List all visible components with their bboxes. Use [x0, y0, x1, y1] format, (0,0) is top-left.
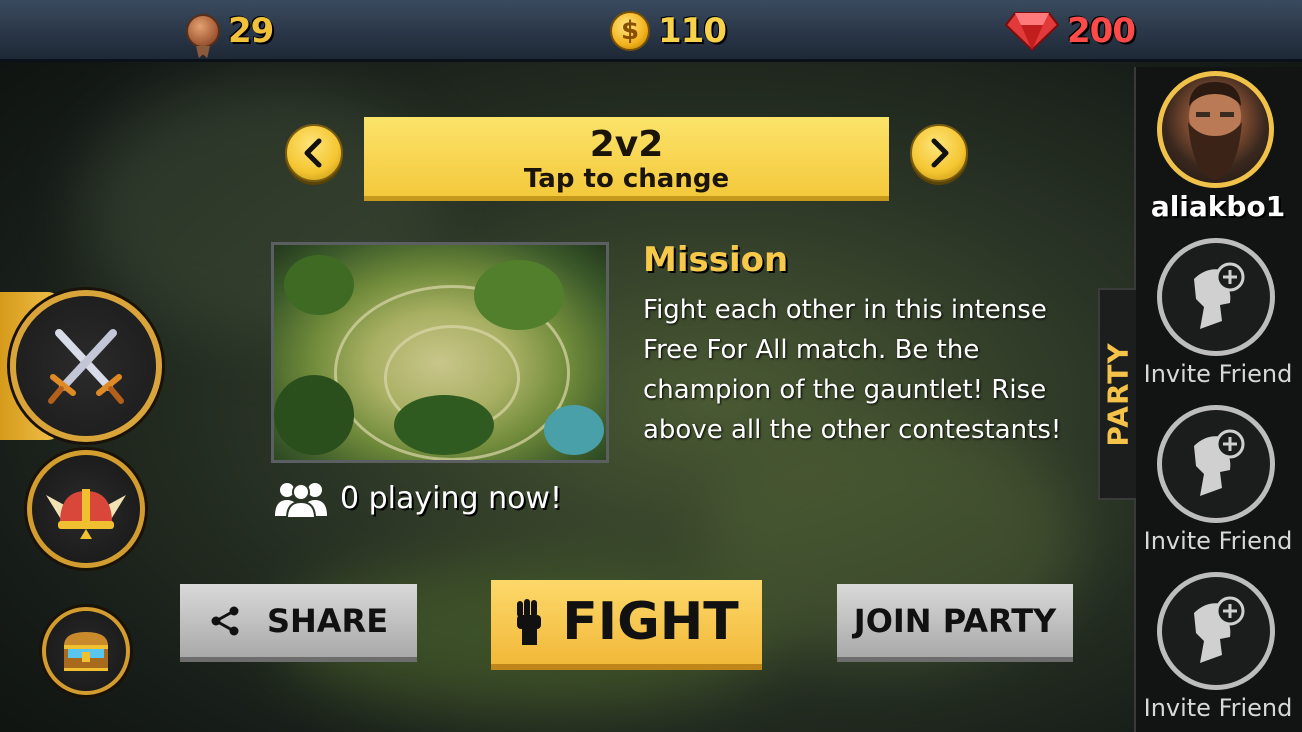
- previous-mode-button[interactable]: [285, 124, 343, 182]
- invite-friend-label: Invite Friend: [1143, 694, 1293, 722]
- add-friend-helmet-icon: [1194, 596, 1245, 663]
- share-icon: [211, 606, 239, 635]
- heroes-button[interactable]: [27, 450, 145, 568]
- map-tree: [394, 395, 494, 455]
- game-mode-selector[interactable]: 2v2 Tap to change: [364, 117, 889, 201]
- mode-name: 2v2: [589, 124, 664, 165]
- map-tree: [474, 260, 564, 330]
- players-online: 0 playing now!: [272, 478, 562, 518]
- add-friend-helmet-icon: [1194, 262, 1245, 329]
- invite-friend-slot[interactable]: [1157, 238, 1275, 356]
- coin-icon: $: [610, 11, 650, 51]
- medal-count: 29: [228, 11, 274, 51]
- mode-change-hint: Tap to change: [523, 164, 730, 194]
- fight-label: FIGHT: [562, 592, 739, 652]
- gem-icon: [1005, 12, 1059, 51]
- join-party-label: JOIN PARTY: [853, 601, 1057, 640]
- raised-fist-icon: [517, 599, 542, 645]
- fight-button[interactable]: FIGHT: [491, 580, 762, 670]
- group-icon: [275, 483, 327, 518]
- invite-friend-label: Invite Friend: [1143, 527, 1293, 555]
- treasure-chest-icon: [64, 632, 108, 671]
- invite-friend-label: Invite Friend: [1143, 360, 1293, 388]
- bronze-medal-icon: [186, 14, 220, 48]
- winged-helmet-icon: [46, 489, 126, 539]
- player-username: aliakbo1: [1150, 190, 1286, 223]
- treasure-chest-button[interactable]: [42, 607, 130, 695]
- share-label: SHARE: [266, 601, 389, 640]
- crossed-swords-icon: [48, 329, 124, 404]
- party-tab-label: PARTY: [1101, 341, 1135, 447]
- chevron-left-icon: [304, 138, 322, 168]
- gem-counter: 200: [1005, 8, 1136, 54]
- invite-friend-slot[interactable]: [1157, 572, 1275, 690]
- join-party-button[interactable]: JOIN PARTY: [837, 584, 1073, 662]
- share-button[interactable]: SHARE: [180, 584, 417, 662]
- players-count-text: 0 playing now!: [340, 480, 562, 516]
- chevron-right-icon: [931, 138, 949, 168]
- gem-count: 200: [1067, 11, 1136, 51]
- battle-mode-button[interactable]: [10, 290, 162, 442]
- map-tree: [274, 375, 354, 455]
- party-tab[interactable]: PARTY: [1098, 288, 1136, 500]
- player-avatar[interactable]: [1157, 71, 1274, 188]
- currency-bar: 29 $ 110 200: [0, 0, 1302, 62]
- mission-description: Fight each other in this intense Free Fo…: [643, 295, 1062, 445]
- arena-map-preview: [271, 242, 609, 463]
- bearded-warrior-avatar-icon: [1188, 82, 1242, 180]
- next-mode-button[interactable]: [910, 124, 968, 182]
- medal-counter: 29: [186, 8, 274, 54]
- map-water: [544, 405, 604, 455]
- invite-friend-slot[interactable]: [1157, 405, 1275, 523]
- coin-count: 110: [658, 11, 727, 51]
- mission-title: Mission: [643, 240, 789, 280]
- coin-counter: $ 110: [610, 8, 727, 54]
- map-tree: [284, 255, 354, 315]
- add-friend-helmet-icon: [1194, 429, 1245, 496]
